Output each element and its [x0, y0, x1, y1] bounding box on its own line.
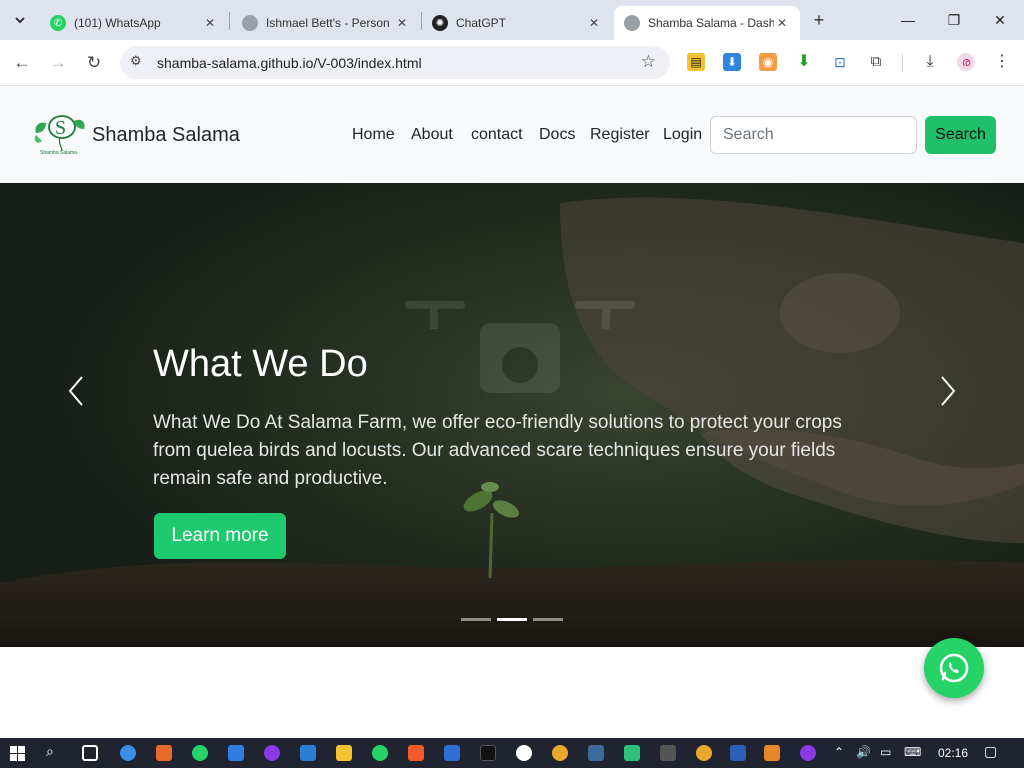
whatsapp-icon[interactable]: [372, 745, 388, 761]
carousel-indicator-1[interactable]: [461, 618, 491, 621]
search-button[interactable]: Search: [925, 116, 996, 154]
tab-title: Ishmael Bett's - Person: [266, 16, 390, 30]
whatsapp-icon: [939, 653, 969, 683]
nav-home[interactable]: Home: [352, 126, 395, 144]
tab-ishmael[interactable]: Ishmael Bett's - Person ✕: [232, 6, 420, 40]
hero-description: What We Do At Salama Farm, we offer eco-…: [153, 412, 842, 489]
store-icon[interactable]: [228, 745, 244, 761]
search-input[interactable]: [710, 116, 917, 154]
green-download-icon[interactable]: ⬇: [795, 53, 813, 71]
app-icon[interactable]: [764, 745, 780, 761]
logo-caption: Shamba Salama: [40, 150, 77, 156]
network-icon[interactable]: ▭: [880, 745, 891, 759]
carousel-next-icon[interactable]: [932, 373, 962, 409]
windows-start-icon[interactable]: [10, 746, 25, 761]
browser-tab-bar: ✆ (101) WhatsApp ✕ Ishmael Bett's - Pers…: [0, 0, 1024, 40]
extensions-puzzle-icon[interactable]: ⧉: [867, 53, 885, 71]
carousel-indicator-3[interactable]: [533, 618, 563, 621]
tab-search-dropdown[interactable]: [8, 8, 32, 32]
screen-capture-icon[interactable]: ⊡: [831, 53, 849, 71]
brave-icon[interactable]: [408, 745, 424, 761]
back-button[interactable]: ←: [11, 52, 33, 74]
word-icon[interactable]: [730, 745, 746, 761]
svg-text:S: S: [55, 117, 66, 139]
restore-button[interactable]: ❐: [944, 10, 964, 30]
nav-register[interactable]: Register: [590, 126, 650, 144]
bookmark-star-icon[interactable]: ☆: [641, 52, 656, 72]
browser-toolbar: ← → ↻ ⚙ shamba-salama.github.io/V-003/in…: [0, 40, 1024, 86]
extension-icon[interactable]: ▤: [687, 53, 705, 71]
windows-taskbar: ⌕ ⌃ 🔊 ▭ ⌨ 02:16 ▢: [0, 738, 1024, 768]
close-tab-icon[interactable]: ✕: [774, 16, 790, 30]
carousel-prev-icon[interactable]: [62, 373, 92, 409]
chevron-up-icon[interactable]: ⌃: [834, 745, 844, 759]
carousel-indicator-2[interactable]: [497, 618, 527, 621]
app-icon[interactable]: [264, 745, 280, 761]
hero-carousel: What We Do What We Do At Salama Farm, we…: [0, 183, 1024, 647]
chrome-active-icon[interactable]: [696, 745, 712, 761]
chevron-down-icon: [15, 17, 25, 24]
extension-icon[interactable]: ◉: [759, 53, 777, 71]
globe-icon: [242, 15, 258, 31]
new-tab-button[interactable]: +: [808, 9, 830, 31]
app-icon[interactable]: [624, 745, 640, 761]
tab-shamba-salama[interactable]: Shamba Salama - Dash ✕: [614, 6, 800, 40]
nav-login[interactable]: Login: [663, 126, 702, 144]
file-explorer-icon[interactable]: [336, 745, 352, 761]
close-window-button[interactable]: ✕: [990, 10, 1010, 30]
vscode-icon[interactable]: [300, 745, 316, 761]
app-icon[interactable]: [800, 745, 816, 761]
forward-button[interactable]: →: [47, 52, 69, 74]
app-icon[interactable]: [156, 745, 172, 761]
minimize-button[interactable]: —: [898, 10, 918, 30]
clock[interactable]: 02:16: [938, 746, 968, 760]
edge-icon[interactable]: [120, 745, 136, 761]
tab-chatgpt[interactable]: ✺ ChatGPT ✕: [422, 6, 612, 40]
profile-avatar[interactable]: ര: [957, 53, 975, 71]
app-icon[interactable]: [444, 745, 460, 761]
menu-kebab-icon[interactable]: ⋮: [993, 53, 1011, 71]
task-view-icon[interactable]: [82, 745, 98, 761]
url-text[interactable]: shamba-salama.github.io/V-003/index.html: [157, 55, 422, 71]
tab-separator: [229, 12, 230, 30]
downloads-icon[interactable]: ⤓: [921, 53, 939, 71]
nav-docs[interactable]: Docs: [539, 126, 575, 144]
whatsapp-icon[interactable]: [192, 745, 208, 761]
close-tab-icon[interactable]: ✕: [586, 16, 602, 30]
volume-icon[interactable]: 🔊: [856, 745, 871, 759]
nav-contact[interactable]: contact: [471, 126, 523, 144]
chatgpt-icon: ✺: [432, 15, 448, 31]
close-tab-icon[interactable]: ✕: [202, 16, 218, 30]
whatsapp-float-button[interactable]: [924, 638, 984, 698]
toolbar-separator: [902, 54, 903, 72]
whatsapp-icon: ✆: [50, 15, 66, 31]
tab-whatsapp[interactable]: ✆ (101) WhatsApp ✕: [40, 6, 228, 40]
tab-title: (101) WhatsApp: [74, 16, 161, 30]
tab-title: Shamba Salama - Dash: [648, 16, 774, 30]
github-icon[interactable]: [516, 745, 532, 761]
hero-title: What We Do: [153, 343, 368, 385]
address-bar[interactable]: ⚙ shamba-salama.github.io/V-003/index.ht…: [120, 46, 670, 79]
chrome-icon[interactable]: [552, 745, 568, 761]
app-icon[interactable]: [588, 745, 604, 761]
nav-about[interactable]: About: [411, 126, 453, 144]
tab-title: ChatGPT: [456, 16, 507, 30]
tiktok-icon[interactable]: [480, 745, 496, 761]
download-extension-icon[interactable]: ⬇: [723, 53, 741, 71]
brand-name[interactable]: Shamba Salama: [92, 124, 240, 147]
close-tab-icon[interactable]: ✕: [394, 16, 410, 30]
site-navbar: S Shamba Salama Shamba Salama Home About…: [0, 87, 1024, 183]
learn-more-button[interactable]: Learn more: [154, 513, 286, 559]
notifications-icon[interactable]: ▢: [984, 743, 997, 760]
reload-button[interactable]: ↻: [83, 52, 105, 74]
keyboard-icon[interactable]: ⌨: [904, 745, 921, 759]
app-icon[interactable]: [660, 745, 676, 761]
site-settings-icon[interactable]: ⚙: [130, 53, 142, 69]
globe-icon: [624, 15, 640, 31]
search-icon[interactable]: ⌕: [46, 743, 54, 760]
